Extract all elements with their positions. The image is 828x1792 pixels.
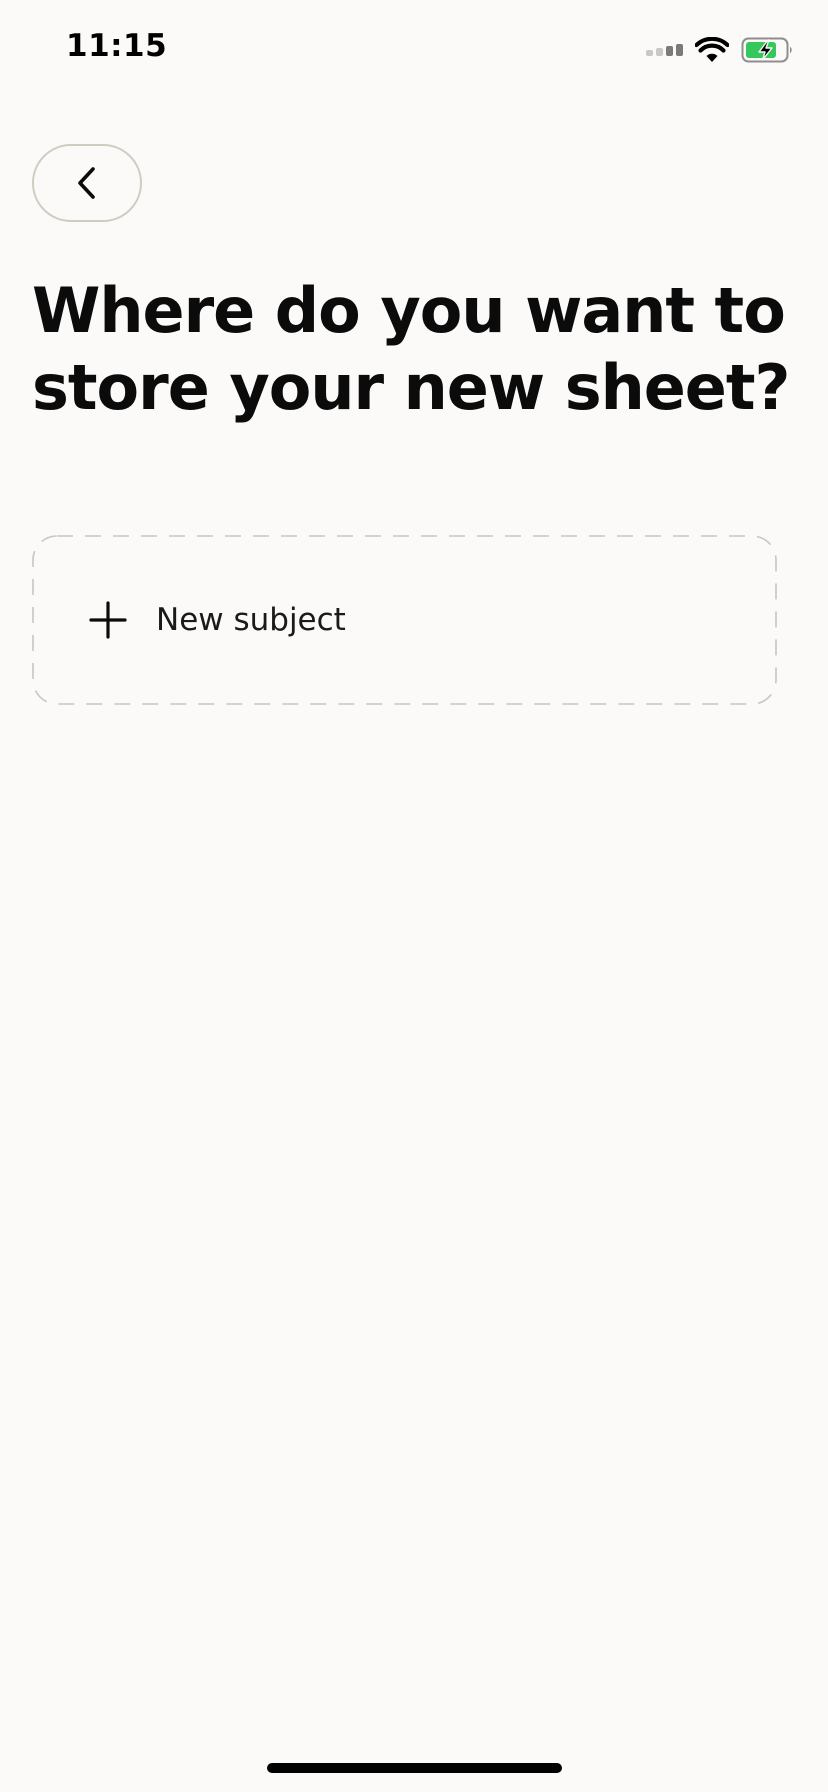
dashed-border: [32, 535, 777, 705]
status-icons: [646, 34, 795, 66]
new-subject-button[interactable]: New subject: [32, 535, 777, 705]
page-title: Where do you want to store your new shee…: [32, 274, 790, 424]
chevron-left-icon: [78, 167, 95, 199]
status-bar: 11:15: [0, 0, 828, 100]
back-button[interactable]: [32, 144, 142, 222]
plus-icon: [89, 601, 127, 639]
status-time: 11:15: [66, 28, 168, 64]
wifi-icon: [695, 37, 729, 62]
new-subject-label: New subject: [156, 602, 346, 638]
home-indicator[interactable]: [267, 1763, 562, 1773]
cellular-signal-icon: [646, 44, 683, 56]
battery-charging-icon: [741, 37, 792, 63]
